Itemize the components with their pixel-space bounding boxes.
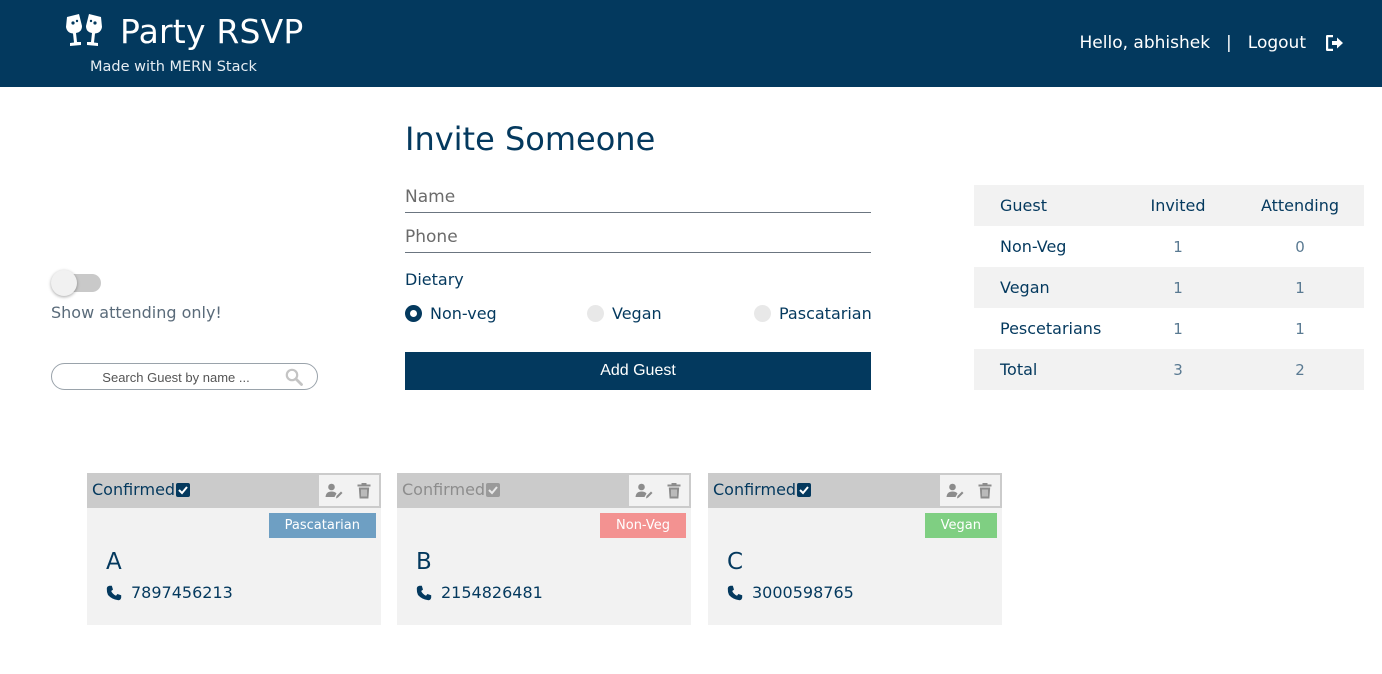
invited-count: 1 bbox=[1173, 319, 1183, 338]
checkbox-checked-icon[interactable] bbox=[176, 483, 191, 497]
card-header: Confirmed bbox=[87, 473, 381, 508]
phone-input[interactable] bbox=[405, 223, 871, 251]
confirm-checkbox[interactable]: Confirmed bbox=[402, 480, 501, 500]
trash-icon[interactable] bbox=[976, 482, 994, 500]
sign-out-icon[interactable] bbox=[1326, 35, 1344, 51]
confirm-label: Confirmed bbox=[92, 480, 176, 499]
table-row: Pescetarians 1 1 bbox=[974, 308, 1364, 349]
app-title: Party RSVP bbox=[120, 12, 304, 51]
table-header-row: Guest Invited Attending bbox=[974, 185, 1364, 226]
phone-number: 2154826481 bbox=[441, 583, 543, 602]
attending-count: 1 bbox=[1295, 319, 1305, 338]
add-guest-button[interactable]: Add Guest bbox=[405, 352, 871, 390]
column-header: Attending bbox=[1260, 196, 1340, 215]
confirm-checkbox[interactable]: Confirmed bbox=[92, 480, 191, 500]
user-nav: Hello, abhishek | Logout bbox=[1080, 31, 1345, 55]
name-field[interactable] bbox=[405, 183, 871, 213]
checkbox-checked-icon[interactable] bbox=[797, 483, 812, 497]
app-subtitle: Made with MERN Stack bbox=[90, 59, 257, 75]
guest-stats-table: Guest Invited Attending Non-Veg 1 0 Vega… bbox=[974, 185, 1364, 390]
guest-phone: 2154826481 bbox=[416, 583, 543, 602]
navbar: Party RSVP Made with MERN Stack Hello, a… bbox=[0, 0, 1382, 87]
guest-name: C bbox=[727, 549, 744, 575]
phone-icon bbox=[416, 585, 432, 600]
card-actions bbox=[629, 475, 689, 506]
row-label: Pescetarians bbox=[1000, 319, 1102, 338]
attending-toggle-label: Show attending only! bbox=[51, 303, 222, 322]
row-label: Vegan bbox=[1000, 278, 1050, 297]
confirm-label: Confirmed bbox=[713, 480, 797, 499]
toggle-knob[interactable] bbox=[51, 270, 77, 296]
card-header: Confirmed bbox=[397, 473, 691, 508]
invited-count: 3 bbox=[1173, 360, 1183, 379]
trash-icon[interactable] bbox=[355, 482, 373, 500]
user-greeting: Hello, abhishek bbox=[1079, 33, 1211, 53]
column-header: Invited bbox=[1150, 196, 1206, 215]
toast-glasses-icon bbox=[66, 14, 102, 46]
radio-checked-icon[interactable] bbox=[405, 305, 422, 322]
radio-vegan[interactable]: Vegan bbox=[587, 304, 662, 323]
radio-unchecked-icon[interactable] bbox=[754, 305, 771, 322]
form-title: Invite Someone bbox=[405, 120, 656, 158]
invited-count: 1 bbox=[1173, 278, 1183, 297]
checkbox-checked-icon[interactable] bbox=[486, 483, 501, 497]
radio-non-veg[interactable]: Non-veg bbox=[405, 304, 497, 323]
table-row: Non-Veg 1 0 bbox=[974, 226, 1364, 267]
guest-card: Confirmed Pascatarian A 7897456213 bbox=[87, 473, 381, 625]
table-row: Vegan 1 1 bbox=[974, 267, 1364, 308]
diet-badge: Non-Veg bbox=[600, 513, 686, 538]
radio-label: Vegan bbox=[612, 304, 662, 323]
card-actions bbox=[319, 475, 379, 506]
guest-phone: 3000598765 bbox=[727, 583, 854, 602]
confirm-checkbox[interactable]: Confirmed bbox=[713, 480, 812, 500]
guest-phone: 7897456213 bbox=[106, 583, 233, 602]
attending-count: 0 bbox=[1295, 237, 1305, 256]
radio-label: Non-veg bbox=[430, 304, 497, 323]
radio-unchecked-icon[interactable] bbox=[587, 305, 604, 322]
table-row-total: Total 3 2 bbox=[974, 349, 1364, 390]
attending-count: 1 bbox=[1295, 278, 1305, 297]
card-actions bbox=[940, 475, 1000, 506]
row-label: Non-Veg bbox=[1000, 237, 1067, 256]
phone-field[interactable] bbox=[405, 223, 871, 253]
dietary-label: Dietary bbox=[405, 270, 464, 289]
edit-user-icon[interactable] bbox=[946, 482, 964, 500]
logout-link[interactable]: Logout bbox=[1248, 31, 1306, 55]
guest-card: Confirmed Vegan C 3000598765 bbox=[708, 473, 1002, 625]
phone-icon bbox=[106, 585, 122, 600]
search-input[interactable] bbox=[66, 367, 286, 387]
confirm-label: Confirmed bbox=[402, 480, 486, 499]
phone-icon bbox=[727, 585, 743, 600]
radio-pascatarian[interactable]: Pascatarian bbox=[754, 304, 872, 323]
phone-number: 7897456213 bbox=[131, 583, 233, 602]
radio-label: Pascatarian bbox=[779, 304, 872, 323]
guest-name: B bbox=[416, 549, 432, 575]
nav-separator: | bbox=[1226, 33, 1232, 53]
diet-badge: Vegan bbox=[924, 513, 997, 538]
phone-number: 3000598765 bbox=[752, 583, 854, 602]
card-header: Confirmed bbox=[708, 473, 1002, 508]
row-label: Total bbox=[1000, 360, 1038, 379]
guest-card: Confirmed Non-Veg B 2154826481 bbox=[397, 473, 691, 625]
search-icon bbox=[285, 368, 303, 386]
attending-count: 2 bbox=[1295, 360, 1305, 379]
invited-count: 1 bbox=[1173, 237, 1183, 256]
edit-user-icon[interactable] bbox=[325, 482, 343, 500]
column-header: Guest bbox=[1000, 196, 1047, 215]
edit-user-icon[interactable] bbox=[635, 482, 653, 500]
guest-search[interactable] bbox=[51, 363, 318, 390]
diet-badge: Pascatarian bbox=[268, 513, 376, 538]
attending-toggle[interactable] bbox=[51, 270, 102, 296]
name-input[interactable] bbox=[405, 183, 871, 211]
trash-icon[interactable] bbox=[665, 482, 683, 500]
guest-name: A bbox=[106, 549, 122, 575]
